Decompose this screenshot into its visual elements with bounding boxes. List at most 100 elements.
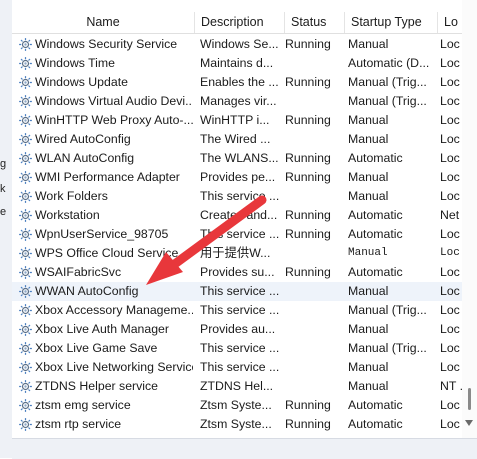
service-description: 用于提供W... [200,246,271,260]
service-description: Provides pe... [200,170,276,184]
service-row[interactable]: WLAN AutoConfig The WLANS... Running Automa… [12,149,462,168]
service-description: This service ... [200,284,280,298]
service-startup-type: Manual [348,37,389,51]
service-status: Running [285,265,331,279]
service-status: Running [285,417,331,431]
service-description: The WLANS... [200,151,279,165]
service-name: WLAN AutoConfig [35,151,135,165]
left-pane-fragment: e [0,206,7,218]
service-row[interactable]: Work Folders This service ... Manual Loc [12,187,462,206]
service-name: Windows Virtual Audio Devi... [35,94,193,108]
service-description: ZTDNS Hel... [200,379,274,393]
service-row[interactable]: ztsm emg service Ztsm Syste... Running Auto… [12,396,462,415]
service-startup-type: Manual [348,113,389,127]
column-header-name[interactable]: Name [12,12,195,33]
service-log-on-as: Loc [440,284,460,298]
scroll-down-arrow-icon[interactable] [465,420,473,426]
service-row[interactable]: Xbox Accessory Manageme... This service .… [12,301,462,320]
column-header-log-on-as[interactable]: Lo [438,12,462,33]
service-description: Maintains d... [200,56,274,70]
service-gear-icon [18,379,33,394]
service-row[interactable]: Xbox Live Game Save This service ... Manua… [12,339,462,358]
service-status: Running [285,170,331,184]
service-gear-icon [18,189,33,204]
service-startup-type: Automatic (D... [348,56,430,70]
service-log-on-as: Net [440,208,460,222]
service-row[interactable]: WMI Performance Adapter Provides pe... Run… [12,168,462,187]
service-gear-icon [18,417,33,432]
service-row[interactable]: WpnUserService_98705 This service ... Runn… [12,225,462,244]
service-status: Running [285,227,331,241]
service-description: WinHTTP i... [200,113,270,127]
vertical-scrollbar[interactable] [462,0,477,438]
service-description: Manages vir... [200,94,277,108]
service-row[interactable]: ZTDNS Helper service ZTDNS Hel... Manual NT… [12,377,462,396]
service-row[interactable]: Xbox Live Networking Service This service… [12,358,462,377]
service-name: Work Folders [35,189,108,203]
service-gear-icon [18,227,33,242]
column-header-status[interactable]: Status [285,12,345,33]
service-description: Provides su... [200,265,275,279]
services-rows: Windows Security Service Windows Se... Run… [12,35,462,434]
left-pane-fragment: g [0,158,7,170]
service-row[interactable]: Xbox Live Auth Manager Provides au... Manu… [12,320,462,339]
service-row[interactable]: Windows Virtual Audio Devi... Manages vir… [12,92,462,111]
service-row[interactable]: WPS Office Cloud Service 用于提供W... Manual Lo… [12,244,462,263]
service-log-on-as: Loc [440,170,460,184]
service-log-on-as: Loc [440,56,460,70]
service-row[interactable]: WWAN AutoConfig This service ... Manual Loc [12,282,462,301]
service-name: WMI Performance Adapter [35,170,180,184]
service-gear-icon [18,151,33,166]
service-name: WinHTTP Web Proxy Auto-... [35,113,193,127]
bottom-edge [12,438,477,459]
service-log-on-as: Loc [440,113,460,127]
service-name: Xbox Accessory Manageme... [35,303,193,317]
service-description: Creates and... [200,208,278,222]
service-description: Provides au... [200,322,276,336]
service-startup-type: Automatic [348,151,403,165]
service-description: This service ... [200,360,280,374]
service-gear-icon [18,341,33,356]
service-description: This service ... [200,189,280,203]
service-name: WpnUserService_98705 [35,227,169,241]
service-row[interactable]: Windows Time Maintains d... Automatic (D..… [12,54,462,73]
service-description: Windows Se... [200,37,279,51]
service-name: ztsm emg service [35,398,131,412]
service-gear-icon [18,322,33,337]
service-startup-type: Manual (Trig... [348,94,427,108]
service-startup-type: Manual (Trig... [348,303,427,317]
service-name: ZTDNS Helper service [35,379,158,393]
service-row[interactable]: Workstation Creates and... Running Automati… [12,206,462,225]
service-name: Windows Security Service [35,37,178,51]
service-startup-type: Manual [348,170,389,184]
service-name: Workstation [35,208,100,222]
column-header-row: Name Description Status Startup Type Lo [12,12,462,34]
service-status: Running [285,151,331,165]
service-log-on-as: Loc [440,360,460,374]
service-row[interactable]: Wired AutoConfig The Wired ... Manual Loc [12,130,462,149]
service-name: Windows Update [35,75,128,89]
service-row[interactable]: WSAIFabricSvc Provides su... Running Automa… [12,263,462,282]
service-row[interactable]: Windows Security Service Windows Se... Run… [12,35,462,54]
service-row[interactable]: ztsm rtp service Ztsm Syste... Running Auto… [12,415,462,434]
service-row[interactable]: Windows Update Enables the ... Running Manu… [12,73,462,92]
service-gear-icon [18,246,33,261]
service-gear-icon [18,284,33,299]
left-pane-fragment: k [0,183,6,195]
service-startup-type: Manual [348,247,388,259]
service-log-on-as: Loc [440,94,460,108]
service-startup-type: Automatic [348,417,403,431]
column-header-startup-type[interactable]: Startup Type [345,12,438,33]
column-header-description[interactable]: Description [195,12,285,33]
scrollbar-thumb[interactable] [468,388,471,410]
service-status: Running [285,113,331,127]
service-log-on-as: Loc [440,322,460,336]
service-gear-icon [18,37,33,52]
service-gear-icon [18,113,33,128]
service-status: Running [285,398,331,412]
service-startup-type: Manual [348,284,389,298]
service-startup-type: Manual (Trig... [348,75,427,89]
service-log-on-as: Loc [440,151,460,165]
service-startup-type: Manual (Trig... [348,341,427,355]
service-row[interactable]: WinHTTP Web Proxy Auto-... WinHTTP i... Ru… [12,111,462,130]
